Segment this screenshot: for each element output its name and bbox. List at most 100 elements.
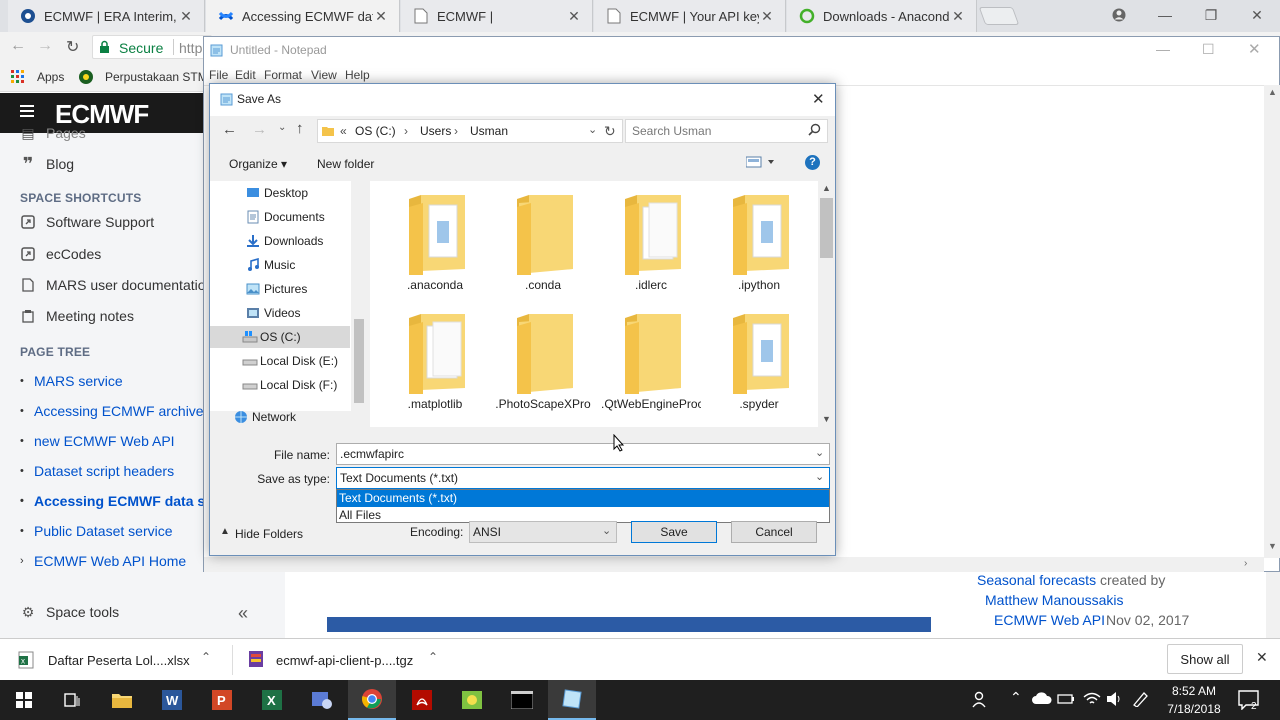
file-scrollbar[interactable]: ▲ ▼ xyxy=(818,181,835,427)
chevron-up-icon[interactable]: ⌃ xyxy=(428,650,438,664)
bookmark-perpustakaan[interactable]: Perpustakaan STM xyxy=(105,70,208,84)
option-text-documents[interactable]: Text Documents (*.txt) xyxy=(337,490,829,507)
new-folder-button[interactable]: New folder xyxy=(317,157,374,171)
tab-downloads-anaconda[interactable]: Downloads - Anaconda ✕ xyxy=(787,0,977,32)
menu-help[interactable]: Help xyxy=(345,68,370,82)
menu-view[interactable]: View xyxy=(311,68,337,82)
tab-ecmwf[interactable]: ECMWF | ✕ xyxy=(401,0,593,32)
organize-button[interactable]: Organize ▾ xyxy=(229,157,287,171)
nav-music[interactable]: Music xyxy=(210,254,350,276)
minimize-icon[interactable]: — xyxy=(1142,0,1188,30)
onedrive-icon[interactable] xyxy=(1032,691,1052,708)
hide-folders-button[interactable]: Hide Folders xyxy=(235,527,303,541)
author-link[interactable]: Matthew Manoussakis xyxy=(985,592,1124,608)
excel-icon[interactable]: X xyxy=(248,680,296,720)
folder-item[interactable]: .ipython xyxy=(709,181,809,299)
notepad-taskbar-icon[interactable] xyxy=(548,680,596,720)
blog-link[interactable]: ❞ Blog xyxy=(20,154,74,174)
shortcut-meeting-notes[interactable]: Meeting notes xyxy=(20,308,134,324)
chrome-icon[interactable] xyxy=(348,680,396,720)
shortcut-software-support[interactable]: Software Support xyxy=(20,214,154,230)
close-tab-icon[interactable]: ✕ xyxy=(759,8,775,25)
restore-icon[interactable]: ❐ xyxy=(1188,0,1234,30)
close-tab-icon[interactable]: ✕ xyxy=(950,8,966,25)
powerpoint-icon[interactable]: P xyxy=(198,680,246,720)
nav-desktop[interactable]: Desktop xyxy=(210,182,350,204)
nav-videos[interactable]: Videos xyxy=(210,302,350,324)
notepad-hscrollbar[interactable]: › xyxy=(204,557,1264,572)
download-item-tgz[interactable]: ecmwf-api-client-p....tgz xyxy=(276,653,413,668)
close-download-bar-icon[interactable]: ✕ xyxy=(1256,649,1268,666)
tree-item[interactable]: • Dataset script headers xyxy=(20,463,174,479)
nav-downloads[interactable]: Downloads xyxy=(210,230,350,252)
scroll-up-icon[interactable]: ▲ xyxy=(1268,87,1277,97)
path-users[interactable]: Users xyxy=(420,124,451,138)
chevron-down-icon[interactable]: ⌄ xyxy=(588,123,597,136)
path-separator[interactable]: › xyxy=(404,124,408,138)
tree-item[interactable]: • MARS service xyxy=(20,373,123,389)
task-view-icon[interactable] xyxy=(48,680,96,720)
apps-bookmark[interactable]: Apps xyxy=(37,70,64,84)
file-name-input[interactable]: .ecmwfapirc ⌄ xyxy=(336,443,830,465)
forward-arrow-icon[interactable]: → xyxy=(252,121,267,138)
chevron-down-icon[interactable]: ⌄ xyxy=(815,446,824,459)
close-window-icon[interactable]: ✕ xyxy=(1234,0,1280,30)
download-item-xlsx[interactable]: Daftar Peserta Lol....xlsx xyxy=(48,653,190,668)
menu-file[interactable]: File xyxy=(209,68,228,82)
path-overflow[interactable]: « xyxy=(340,124,347,138)
tree-item-current[interactable]: • Accessing ECMWF data se xyxy=(20,493,213,509)
wifi-icon[interactable] xyxy=(1083,691,1101,710)
address-bar[interactable]: Secure http xyxy=(92,35,212,59)
space-tools-button[interactable]: ⚙ Space tools xyxy=(20,604,119,621)
clock-time[interactable]: 8:52 AM xyxy=(1164,684,1224,698)
windows-start-icon[interactable] xyxy=(0,680,48,720)
chevron-up-icon[interactable]: ⌃ xyxy=(201,650,211,664)
folder-item[interactable]: .QtWebEngineProcess xyxy=(601,300,701,418)
tab-api-key[interactable]: ECMWF | Your API key ✕ xyxy=(594,0,786,32)
battery-icon[interactable] xyxy=(1057,692,1075,709)
up-arrow-icon[interactable]: ↑ xyxy=(296,120,304,137)
folder-item[interactable]: .idlerc xyxy=(601,181,701,299)
scroll-down-icon[interactable]: ▼ xyxy=(1268,541,1277,551)
chevron-down-icon[interactable]: ⌄ xyxy=(602,524,611,537)
back-arrow-icon[interactable]: ← xyxy=(10,37,26,55)
cancel-button[interactable]: Cancel xyxy=(731,521,817,543)
close-tab-icon[interactable]: ✕ xyxy=(566,8,582,25)
word-icon[interactable]: W xyxy=(148,680,196,720)
menu-format[interactable]: Format xyxy=(264,68,302,82)
clock-date[interactable]: 7/18/2018 xyxy=(1158,702,1230,716)
shortcut-mars-docs[interactable]: MARS user documentatio xyxy=(20,277,206,293)
view-options-icon[interactable] xyxy=(745,156,774,171)
scroll-down-icon[interactable]: ▼ xyxy=(822,414,831,424)
help-icon[interactable]: ? xyxy=(805,155,820,170)
tab-accessing-ecmwf[interactable]: Accessing ECMWF data s ✕ xyxy=(206,0,400,32)
tree-item[interactable]: › ECMWF Web API Home xyxy=(20,553,186,569)
pen-icon[interactable] xyxy=(1131,691,1149,710)
encoding-select[interactable]: ANSI ⌄ xyxy=(469,521,617,543)
scroll-up-icon[interactable]: ▲ xyxy=(822,183,831,193)
nav-scroll-thumb[interactable] xyxy=(354,319,364,403)
address-path[interactable]: « OS (C:) › Users › Usman ⌄ ↻ xyxy=(317,119,623,143)
seasonal-forecasts-link[interactable]: Seasonal forecasts xyxy=(977,572,1096,588)
new-tab-button[interactable] xyxy=(978,7,1020,25)
show-all-button[interactable]: Show all xyxy=(1167,644,1243,674)
file-scroll-thumb[interactable] xyxy=(820,198,833,258)
nav-documents[interactable]: Documents xyxy=(210,206,350,228)
close-icon[interactable]: ✕ xyxy=(812,90,825,108)
nav-network[interactable]: Network xyxy=(210,406,350,428)
collapse-sidebar-button[interactable]: « xyxy=(238,603,248,624)
tab-era-interim[interactable]: ECMWF | ERA Interim, Da ✕ xyxy=(8,0,205,32)
maximize-icon[interactable]: ☐ xyxy=(1202,41,1215,58)
tree-item[interactable]: • new ECMWF Web API xyxy=(20,433,175,449)
folder-item[interactable]: .anaconda xyxy=(385,181,485,299)
shortcut-eccodes[interactable]: ecCodes xyxy=(20,246,101,262)
acrobat-icon[interactable] xyxy=(398,680,446,720)
tree-item[interactable]: • Accessing ECMWF archive u xyxy=(20,403,215,419)
path-os-c[interactable]: OS (C:) xyxy=(355,124,396,138)
close-tab-icon[interactable]: ✕ xyxy=(373,8,389,25)
menu-edit[interactable]: Edit xyxy=(235,68,256,82)
refresh-icon[interactable]: ↻ xyxy=(604,123,616,140)
chevron-up-icon[interactable]: ▲ xyxy=(220,526,230,537)
save-type-select[interactable]: Text Documents (*.txt) ⌄ xyxy=(336,467,830,489)
notepad-vscrollbar[interactable]: ▲ ▼ xyxy=(1264,85,1280,558)
